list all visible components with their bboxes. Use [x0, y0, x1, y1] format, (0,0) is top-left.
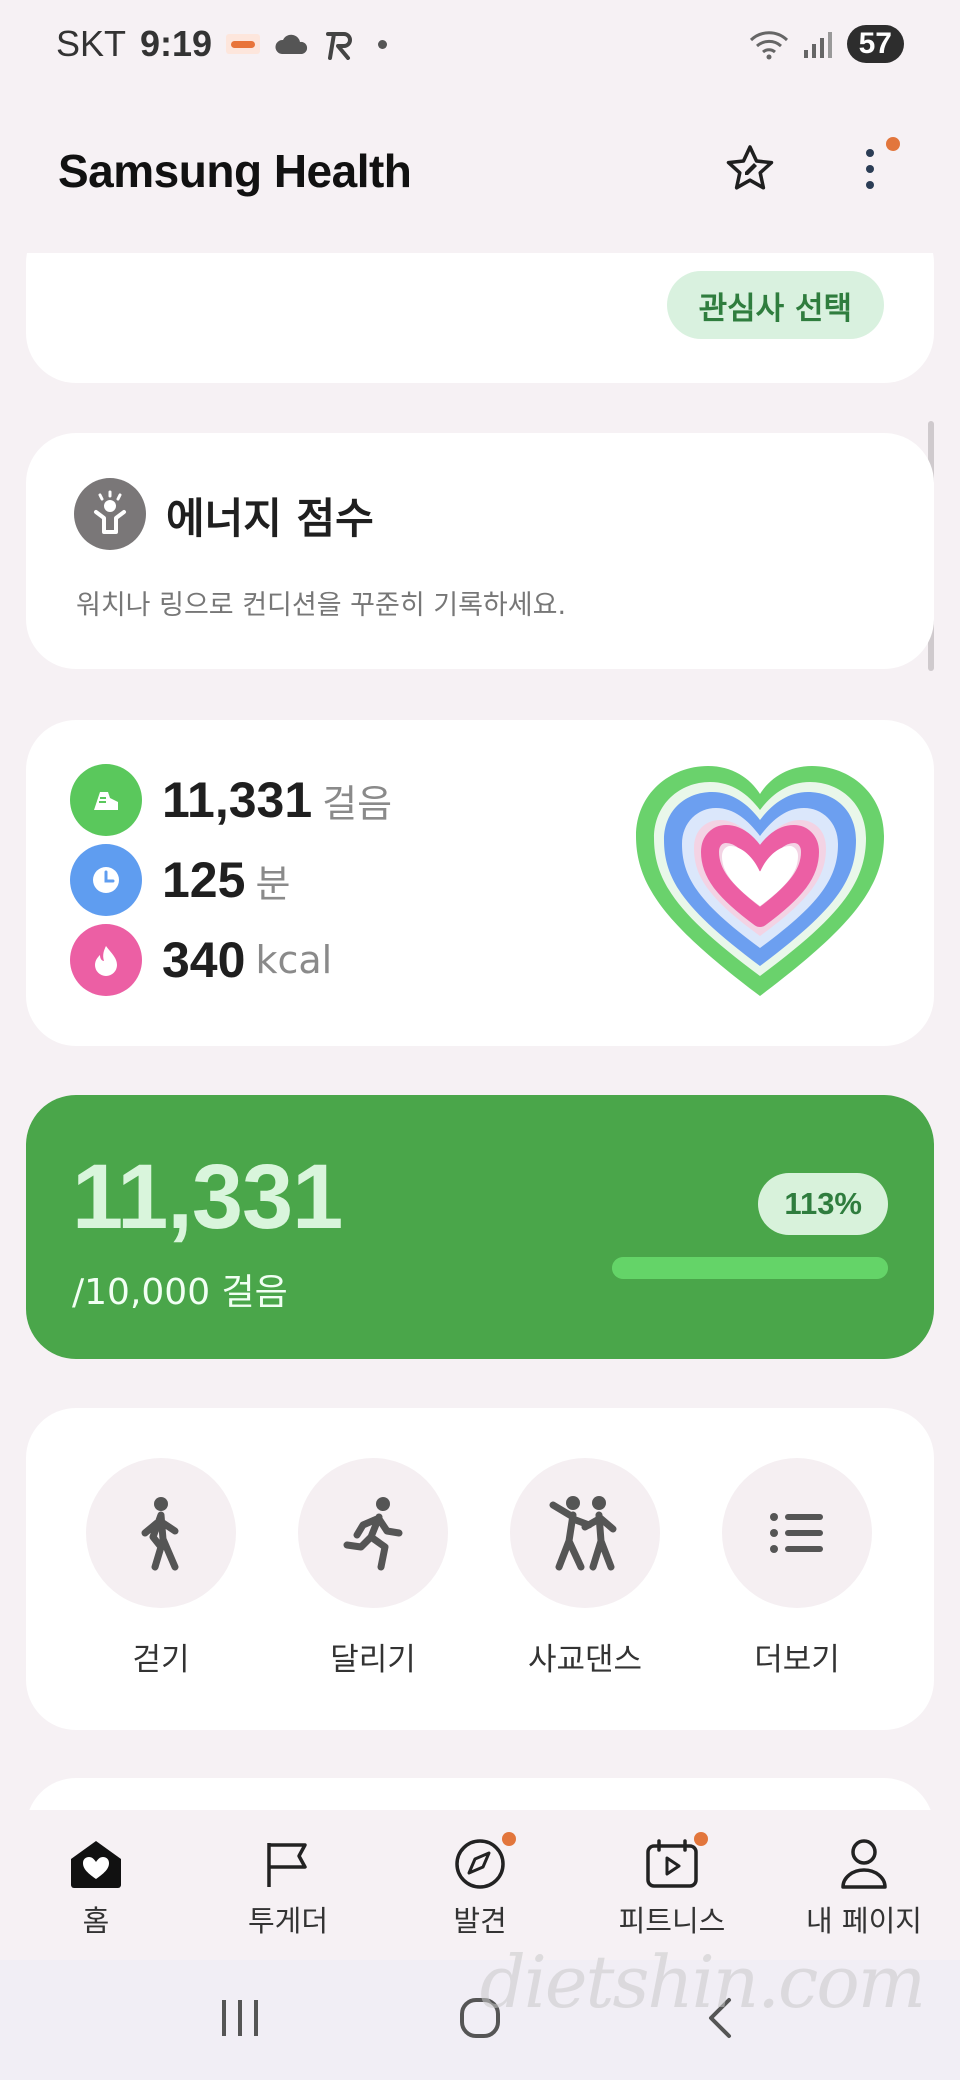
steps-metric: 11,331 걸음 [70, 764, 392, 836]
steps-value: 11,331 [162, 772, 313, 828]
select-interests-button[interactable]: 관심사 선택 [666, 271, 884, 339]
activity-walking-label: 걷기 [132, 1642, 190, 1678]
fitness-calendar-icon [644, 1832, 708, 1892]
activity-rings-heart-icon [630, 758, 890, 1012]
home-heart-icon [68, 1836, 124, 1892]
favorites-button[interactable] [718, 139, 782, 203]
activity-running-label: 달리기 [330, 1642, 416, 1678]
activity-dance-label: 사교댄스 [527, 1642, 643, 1678]
star-edit-icon [724, 143, 776, 199]
steps-progress-fill [612, 1257, 888, 1279]
wifi-icon [749, 28, 789, 60]
steps-progress-bar [612, 1257, 888, 1279]
calories-metric: 340 kcal [70, 924, 332, 996]
home-feed[interactable]: 관심사 선택 에너지 점수 워치나 링으로 컨디션을 꾸준히 기록하세요. 11… [0, 253, 960, 1810]
energy-score-title: 에너지 점수 [166, 494, 374, 543]
activity-more[interactable]: 더보기 [722, 1458, 872, 1679]
activity-walking[interactable]: 걷기 [86, 1458, 236, 1679]
nav-my-page[interactable]: 내 페이지 [768, 1810, 960, 1960]
quick-workout-card: 걷기 달리기 사교댄스 더보기 [26, 1408, 934, 1730]
watermark: dietshin.com [479, 1940, 926, 2024]
discover-badge [502, 1832, 516, 1846]
nav-fitness-label: 피트니스 [618, 1904, 726, 1938]
steps-goal-card[interactable]: 11,331 /10,000 걸음 113% [26, 1095, 934, 1359]
nav-discover-label: 발견 [453, 1904, 507, 1938]
dance-icon [510, 1458, 660, 1608]
activity-more-label: 더보기 [754, 1642, 840, 1678]
status-bar: SKT 9:19 57 [0, 0, 960, 88]
bottom-navigation: 홈 투게더 발견 피트니스 내 페이지 [0, 1810, 960, 1960]
next-card [26, 1778, 934, 1810]
nav-home[interactable]: 홈 [0, 1810, 192, 1960]
flag-icon [260, 1836, 316, 1892]
notification-badge [886, 136, 900, 151]
activity-running[interactable]: 달리기 [298, 1458, 448, 1679]
person-icon [836, 1836, 892, 1892]
interest-card: 관심사 선택 [26, 253, 934, 383]
fitness-badge [694, 1832, 708, 1846]
nav-fitness[interactable]: 피트니스 [576, 1810, 768, 1960]
more-notifications-dot [378, 39, 388, 49]
energy-score-subtitle: 워치나 링으로 컨디션을 꾸준히 기록하세요. [76, 590, 567, 621]
steps-count: 11,331 [72, 1146, 343, 1248]
walking-icon [86, 1458, 236, 1608]
recent-apps-button[interactable] [200, 1980, 280, 2060]
steps-percent-badge: 113% [758, 1173, 888, 1235]
energy-person-icon [74, 478, 146, 550]
list-icon [722, 1458, 872, 1608]
shoe-icon [70, 764, 142, 836]
compass-icon [452, 1832, 516, 1892]
minutes-value: 125 [162, 852, 246, 908]
clock-icon [70, 844, 142, 916]
clock: 9:19 [140, 23, 213, 64]
app-r-icon [324, 28, 356, 60]
battery-indicator: 57 [846, 25, 904, 63]
app-header: Samsung Health [0, 88, 960, 253]
nav-home-label: 홈 [82, 1904, 110, 1938]
nav-together-label: 투게더 [247, 1904, 329, 1938]
active-minutes-metric: 125 분 [70, 844, 290, 916]
more-vertical-icon [864, 147, 876, 195]
recent-apps-icon [218, 1998, 262, 2042]
activity-summary-card[interactable]: 11,331 걸음 125 분 340 kcal [26, 720, 934, 1046]
app-title: Samsung Health [58, 144, 412, 197]
signal-icon [803, 30, 833, 58]
traffic-icon [226, 32, 261, 56]
activity-dance[interactable]: 사교댄스 [510, 1458, 660, 1679]
nav-my-page-label: 내 페이지 [806, 1904, 922, 1938]
more-options-button[interactable] [838, 136, 902, 203]
steps-goal-text: /10,000 걸음 [72, 1272, 288, 1313]
nav-discover[interactable]: 발견 [384, 1810, 576, 1960]
steps-unit: 걸음 [322, 781, 393, 826]
carrier-label: SKT [56, 23, 127, 64]
minutes-unit: 분 [255, 861, 291, 906]
calories-value: 340 [162, 932, 246, 988]
nav-together[interactable]: 투게더 [192, 1810, 384, 1960]
running-icon [298, 1458, 448, 1608]
calories-unit: kcal [255, 938, 333, 982]
flame-icon [70, 924, 142, 996]
energy-score-card[interactable]: 에너지 점수 워치나 링으로 컨디션을 꾸준히 기록하세요. [26, 433, 934, 669]
cloud-icon [274, 32, 310, 56]
